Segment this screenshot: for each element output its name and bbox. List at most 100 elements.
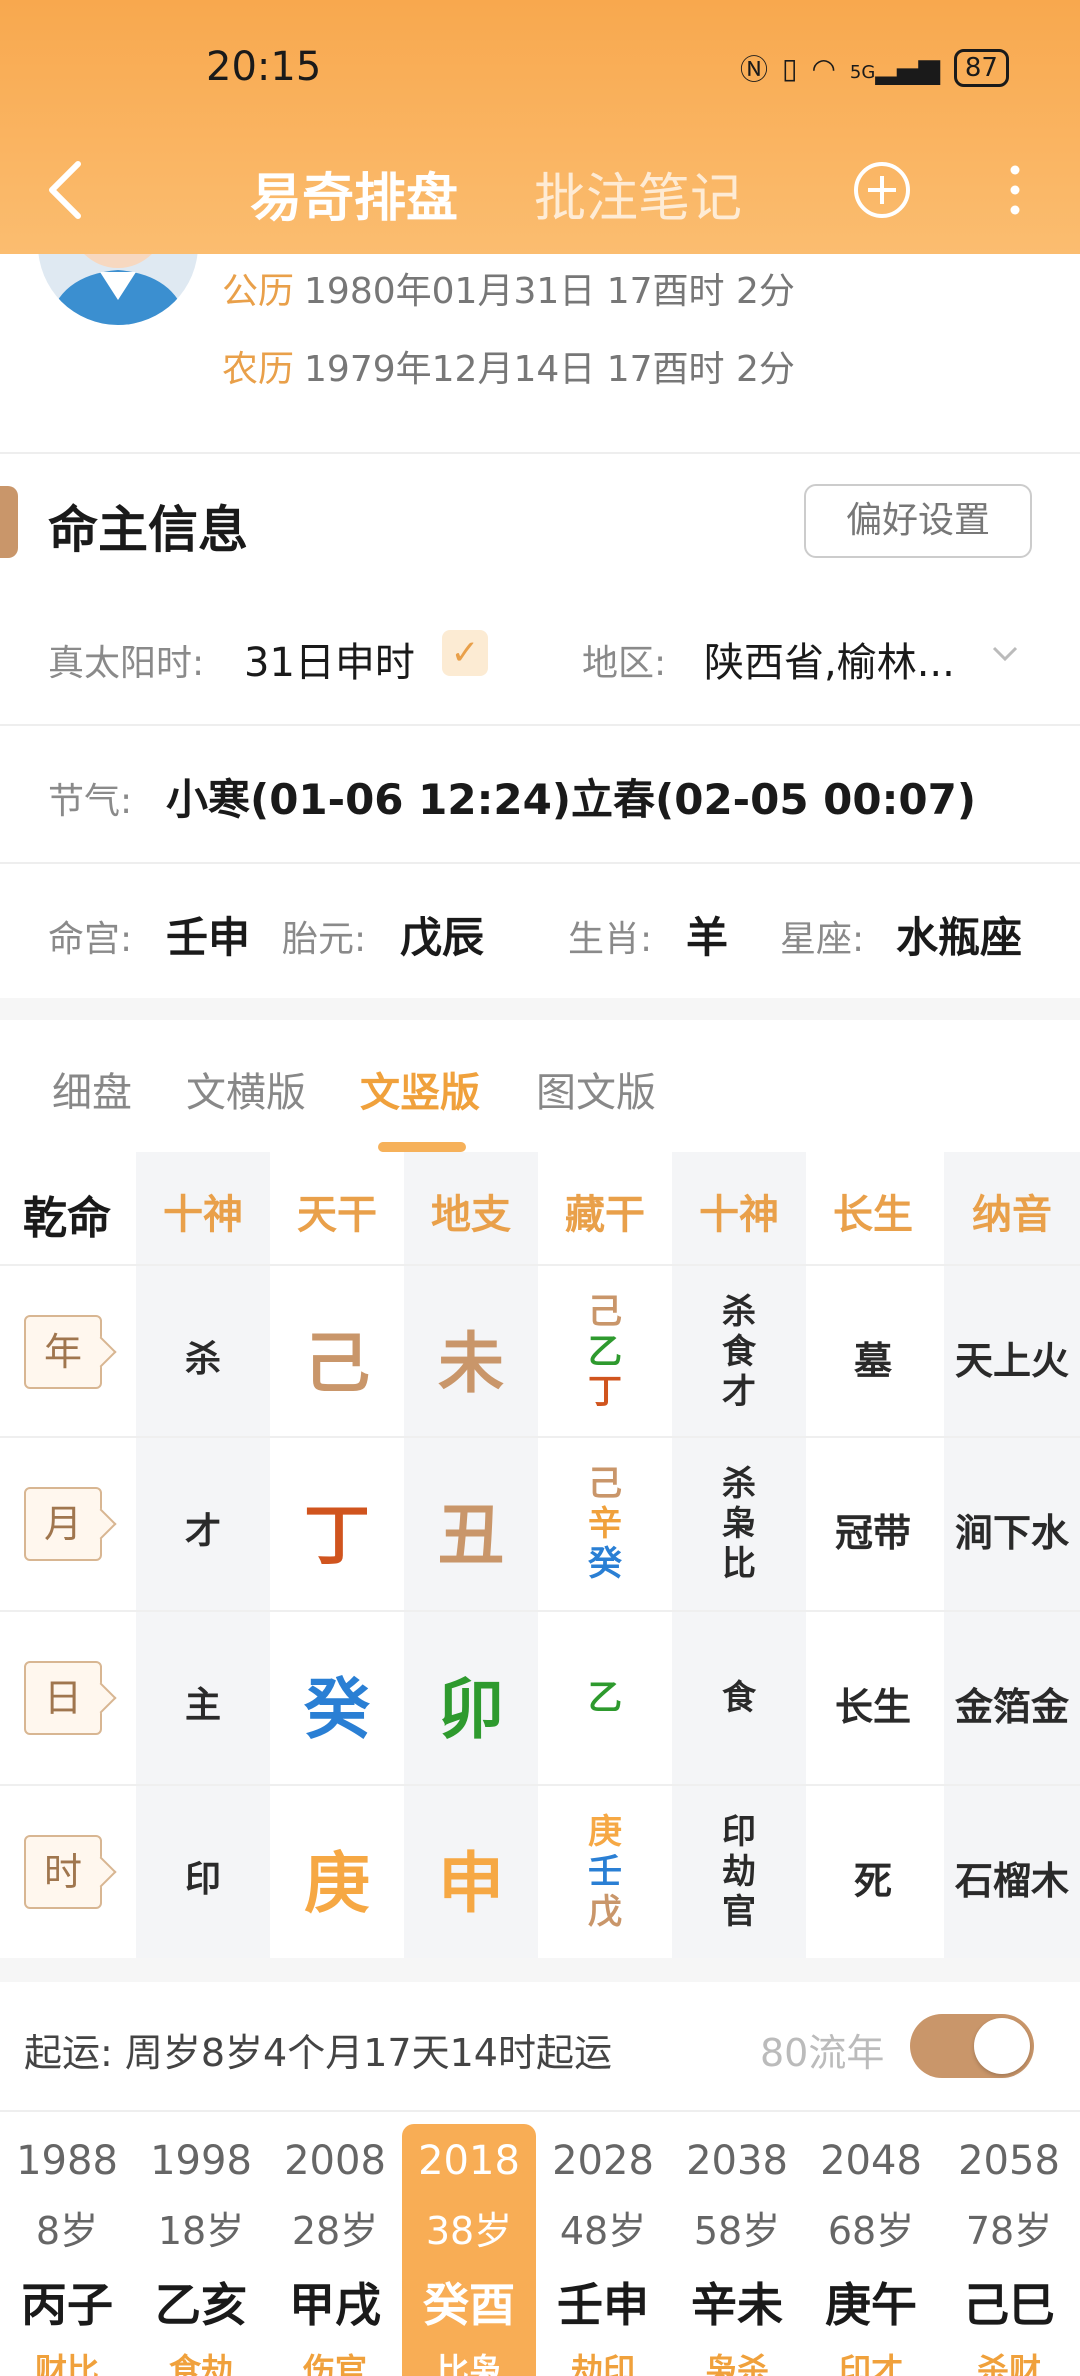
header-dizhi: 地支 bbox=[431, 1192, 511, 1238]
dayun-year: 2058 bbox=[958, 2138, 1060, 2184]
cell-nayin: 涧下水 bbox=[954, 1511, 1069, 1555]
cell-shishen: 印 bbox=[184, 1859, 221, 1900]
tab-xipan[interactable]: 细盘 bbox=[52, 1060, 132, 1118]
cell-changsheng: 死 bbox=[853, 1859, 892, 1903]
gender-label: 乾命 bbox=[23, 1193, 111, 1244]
dayun-shishen: 劫印 bbox=[570, 2351, 635, 2376]
status-time: 20:15 bbox=[206, 44, 322, 90]
cell-changsheng: 冠带 bbox=[834, 1511, 911, 1555]
cell-dizhi: 丑 bbox=[438, 1497, 504, 1574]
header-nayin: 纳音 bbox=[972, 1192, 1052, 1238]
cell-tiangan: 己 bbox=[304, 1325, 370, 1402]
cell-canggan: 己辛癸 bbox=[538, 1464, 672, 1584]
dayun-item[interactable]: 2028 48岁 壬申 劫印 bbox=[536, 2124, 670, 2376]
tab-paipan[interactable]: 易奇排盘 bbox=[250, 156, 458, 231]
tab-tuwen[interactable]: 图文版 bbox=[536, 1060, 656, 1118]
cell-changsheng: 长生 bbox=[834, 1685, 911, 1729]
dayun-shishen: 枭杀 bbox=[704, 2351, 769, 2376]
status-bar: 20:15 Ⓝ ▯ ◠ 5G▂▄▆ 87 bbox=[0, 44, 1080, 94]
canggan-char: 戊 bbox=[588, 1892, 622, 1932]
dayun-item[interactable]: 1988 8岁 丙子 财比 bbox=[0, 2124, 134, 2376]
shishen-char: 杀 bbox=[722, 1292, 756, 1332]
dayun-age: 38岁 bbox=[425, 2209, 513, 2253]
dayun-year: 2018 bbox=[418, 2138, 520, 2184]
vibrate-icon: ▯ bbox=[782, 51, 798, 85]
shishen-char: 食 bbox=[722, 1678, 756, 1718]
tab-wenheng[interactable]: 文横版 bbox=[186, 1060, 306, 1118]
pillar-label[interactable]: 日 bbox=[24, 1661, 102, 1735]
dayun-age: 48岁 bbox=[559, 2209, 647, 2253]
row-divider bbox=[0, 1610, 1080, 1612]
canggan-char: 己 bbox=[588, 1292, 622, 1332]
cell-dizhi: 申 bbox=[438, 1845, 504, 1922]
cell-nayin: 石榴木 bbox=[954, 1859, 1069, 1903]
cell-shishen: 主 bbox=[184, 1685, 221, 1726]
wifi-icon: ◠ bbox=[811, 51, 836, 85]
dayun-age: 28岁 bbox=[291, 2209, 379, 2253]
add-icon[interactable] bbox=[852, 160, 912, 220]
row-divider bbox=[0, 1436, 1080, 1438]
minggong-value: 壬申 bbox=[166, 913, 251, 962]
canggan-char: 乙 bbox=[588, 1678, 622, 1718]
cell-shishen: 才 bbox=[184, 1511, 221, 1552]
more-icon[interactable] bbox=[1000, 160, 1030, 220]
cell-shishen2: 印劫官 bbox=[672, 1812, 806, 1932]
cell-tiangan: 庚 bbox=[304, 1845, 370, 1922]
shengxiao-value: 羊 bbox=[686, 913, 729, 962]
preferences-button[interactable]: 偏好设置 bbox=[804, 484, 1032, 558]
liunian-toggle[interactable] bbox=[910, 2014, 1034, 2078]
shishen-char: 杀 bbox=[722, 1464, 756, 1504]
dayun-shishen: 比枭 bbox=[436, 2351, 501, 2376]
dayun-year: 2038 bbox=[686, 2138, 788, 2184]
xingzuo-value: 水瓶座 bbox=[896, 913, 1023, 962]
shishen-char: 劫 bbox=[722, 1852, 756, 1892]
cell-shishen2: 杀食才 bbox=[672, 1292, 806, 1412]
dayun-age: 78岁 bbox=[965, 2209, 1053, 2253]
cell-tiangan: 丁 bbox=[304, 1497, 370, 1574]
dayun-item[interactable]: 1998 18岁 乙亥 食劫 bbox=[134, 2124, 268, 2376]
dayun-ganzhi: 甲戌 bbox=[289, 2278, 381, 2332]
taiyuan-value: 戊辰 bbox=[400, 913, 485, 962]
dayun-shishen: 印才 bbox=[838, 2351, 903, 2376]
dayun-item[interactable]: 2008 28岁甲戌伤官 bbox=[268, 2124, 402, 2376]
app-header: 20:15 Ⓝ ▯ ◠ 5G▂▄▆ 87 易奇排盘 批注笔记 bbox=[0, 0, 1080, 254]
signal-icon: 5G▂▄▆ bbox=[849, 51, 940, 85]
chevron-down-icon[interactable] bbox=[990, 638, 1020, 668]
column-shade bbox=[136, 1152, 270, 1958]
dayun-age: 68岁 bbox=[827, 2209, 915, 2253]
cell-shishen: 杀 bbox=[184, 1339, 221, 1380]
pillar-label[interactable]: 年 bbox=[24, 1315, 102, 1389]
canggan-char: 乙 bbox=[588, 1332, 622, 1372]
tab-wenshu[interactable]: 文竖版 bbox=[360, 1060, 480, 1118]
taiyuan-label: 胎元: bbox=[282, 919, 367, 960]
dayun-ganzhi: 丙子 bbox=[21, 2278, 113, 2332]
header-changsheng: 长生 bbox=[833, 1192, 913, 1238]
back-icon[interactable] bbox=[42, 156, 92, 224]
canggan-char: 丁 bbox=[588, 1372, 622, 1412]
pillar-label[interactable]: 月 bbox=[24, 1487, 102, 1561]
dayun-year: 2028 bbox=[552, 2138, 654, 2184]
nfc-icon: Ⓝ bbox=[740, 53, 769, 86]
dayun-item[interactable]: 2038 58岁 辛未 枭杀 bbox=[670, 2124, 804, 2376]
checkbox-icon[interactable]: ✓ bbox=[442, 630, 488, 676]
dayun-year: 2048 bbox=[820, 2138, 922, 2184]
dayun-shishen: 伤官 bbox=[302, 2351, 367, 2376]
region-label: 地区: bbox=[582, 643, 667, 684]
xingzuo-label: 星座: bbox=[780, 919, 865, 960]
dayun-item[interactable]: 2048 68岁 庚午 印才 bbox=[804, 2124, 938, 2376]
header-canggan: 藏干 bbox=[565, 1192, 645, 1238]
dayun-shishen: 食劫 bbox=[168, 2351, 233, 2376]
region-select[interactable]: 陕西省,榆林... bbox=[704, 630, 955, 688]
row-divider bbox=[0, 1784, 1080, 1786]
dayun-ganzhi: 辛未 bbox=[691, 2278, 783, 2332]
dayun-item[interactable]: 2058 78岁 己巳 杀财 bbox=[942, 2124, 1076, 2376]
dayun-year: 2008 bbox=[284, 2138, 386, 2184]
true-solar-value[interactable]: 31日申时 bbox=[244, 630, 415, 688]
cell-shishen2: 杀枭比 bbox=[672, 1464, 806, 1584]
tab-notes[interactable]: 批注笔记 bbox=[534, 156, 742, 231]
active-tab-indicator bbox=[378, 1142, 466, 1152]
shishen-char: 比 bbox=[722, 1544, 756, 1584]
pillar-label[interactable]: 时 bbox=[24, 1835, 102, 1909]
dayun-year: 1998 bbox=[150, 2138, 252, 2184]
dayun-item[interactable]: 2018 38岁 癸酉 比枭 bbox=[402, 2124, 536, 2376]
